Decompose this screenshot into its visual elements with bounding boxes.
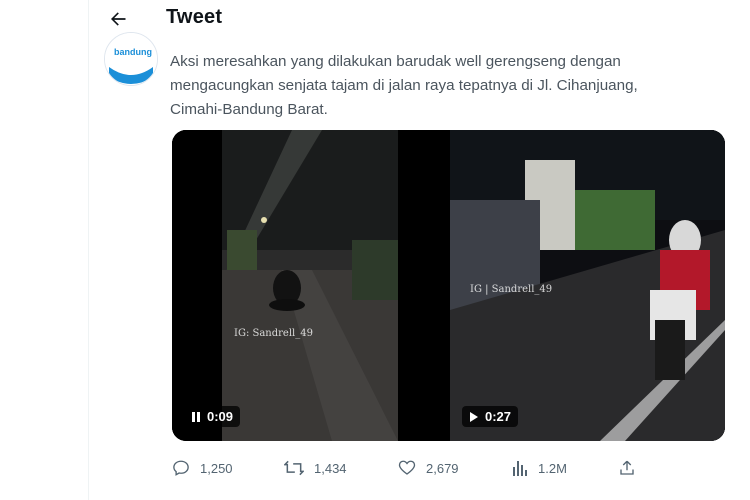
video-2-watermark: IG | Sandrell_49 (470, 284, 553, 295)
page-title: Tweet (166, 6, 223, 28)
like-button[interactable]: 2,679 (398, 456, 459, 480)
video-1-duration: 0:09 (207, 409, 234, 424)
video-1-control[interactable]: 0:09 (184, 406, 241, 427)
play-icon (470, 411, 478, 422)
avatar[interactable]: bandung (104, 32, 158, 86)
video-2-control[interactable]: 0:27 (462, 406, 519, 427)
retweet-button[interactable]: 1,434 (284, 456, 347, 480)
retweet-count: 1,434 (314, 460, 347, 476)
reply-count: 1,250 (200, 460, 233, 476)
reply-icon (173, 460, 189, 476)
views-button[interactable]: 1.2M (512, 456, 567, 480)
timeline-left-border (88, 0, 89, 500)
video-2-duration: 0:27 (485, 409, 512, 424)
share-button[interactable] (618, 456, 636, 480)
arrow-left-icon (111, 12, 126, 26)
pause-icon (192, 411, 200, 422)
video-1[interactable]: IG: Sandrell_49 0:09 (172, 130, 447, 441)
video-1-watermark: IG: Sandrell_49 (234, 328, 313, 339)
back-button[interactable] (104, 5, 132, 33)
video-2[interactable]: IG | Sandrell_49 0:27 (450, 130, 725, 441)
heart-icon (398, 460, 416, 475)
avatar-logo-text: bandung (114, 47, 152, 57)
bandung-logo-icon (105, 33, 157, 85)
reply-button[interactable]: 1,250 (172, 456, 233, 480)
analytics-icon (513, 461, 527, 476)
media-grid: IG: Sandrell_49 0:09 IG | Sandrell_49 0:… (172, 130, 725, 441)
tweet-text: Aksi meresahkan yang dilakukan barudak w… (170, 53, 638, 118)
video-1-frame (172, 130, 447, 441)
share-icon (620, 460, 634, 475)
like-count: 2,679 (426, 460, 459, 476)
tweet-actions: 1,250 1,434 2,679 1.2M (172, 456, 642, 480)
retweet-icon (284, 460, 304, 476)
views-count: 1.2M (538, 460, 567, 476)
